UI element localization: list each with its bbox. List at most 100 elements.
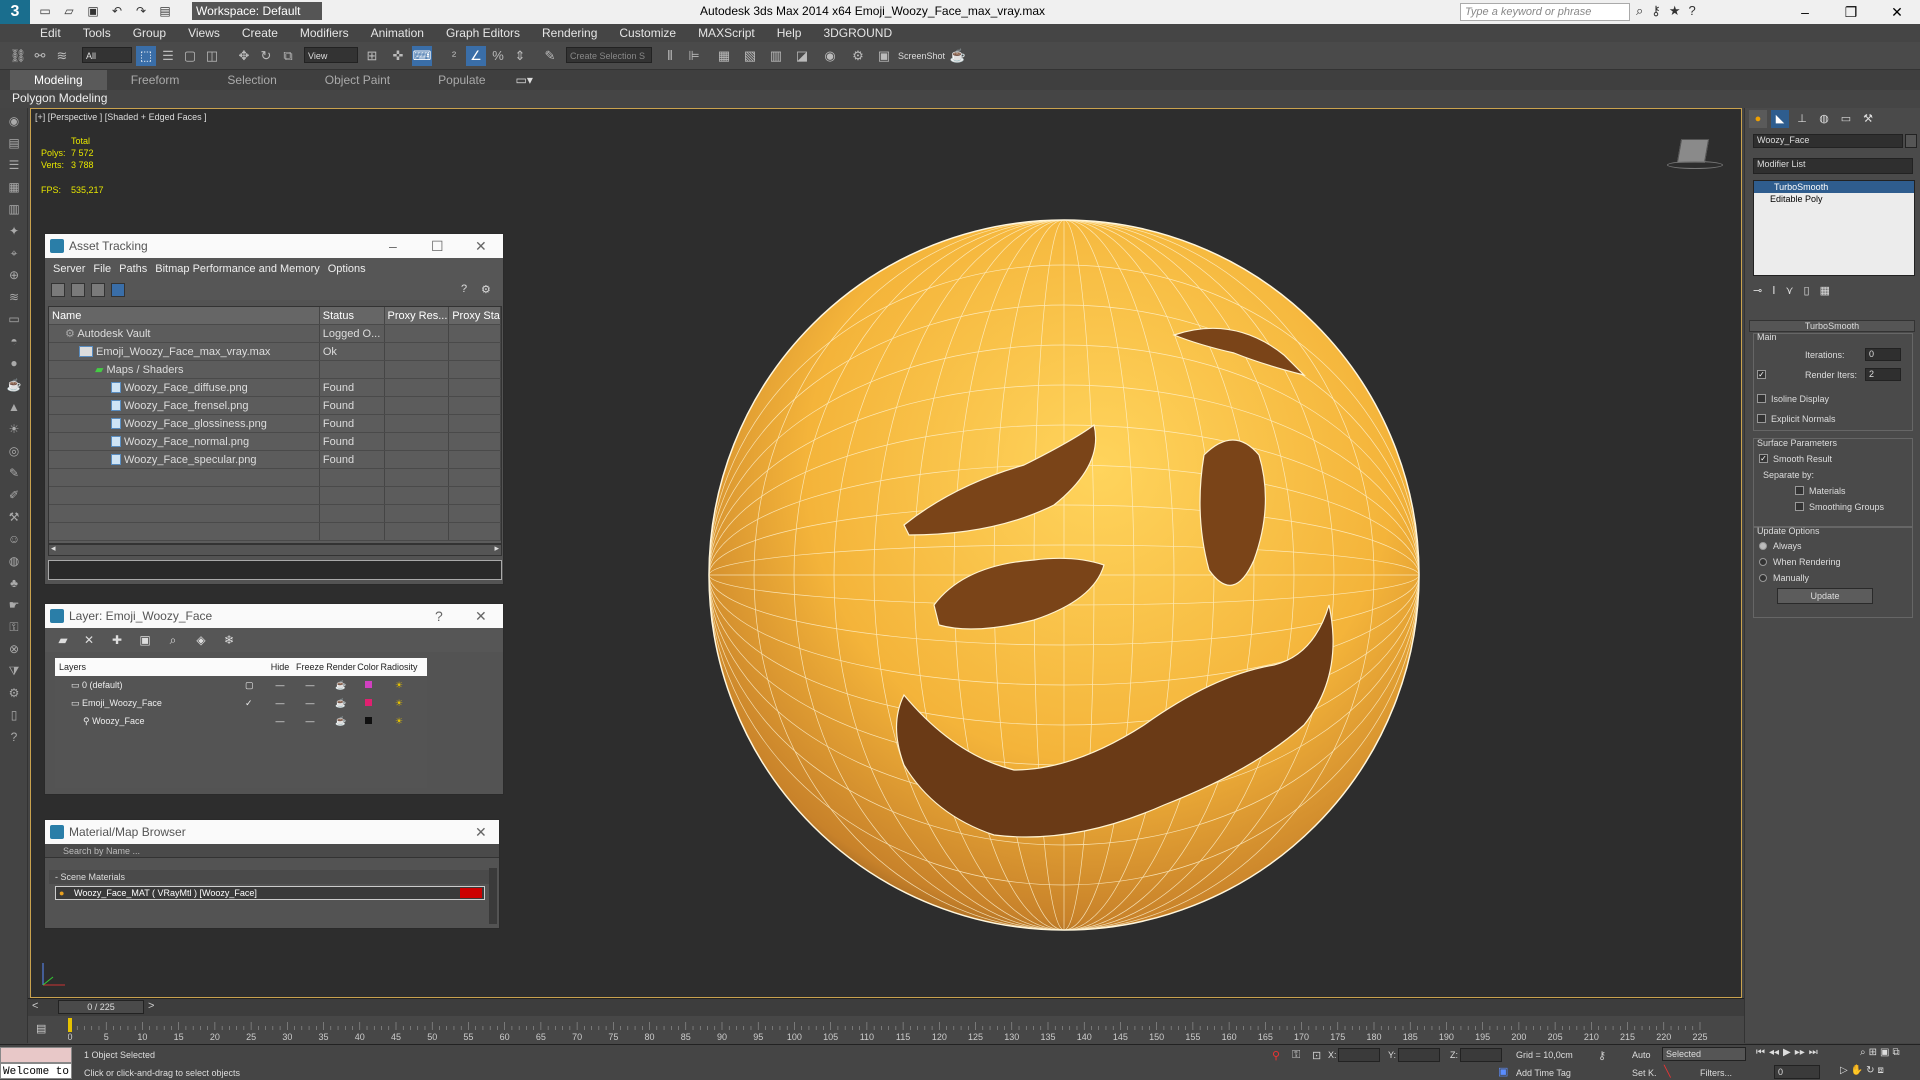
tab-freeform[interactable]: Freeform (107, 70, 204, 90)
layer-titlebar[interactable]: Layer: Emoji_Woozy_Face ? ✕ (45, 604, 503, 628)
world-icon[interactable]: ⊗ (5, 640, 23, 658)
window-crossing-icon[interactable]: ◫ (202, 46, 222, 66)
asset-menu-server[interactable]: Server (49, 258, 89, 280)
key-filter-dropdown[interactable]: Selected (1662, 1047, 1746, 1061)
col-proxy-status[interactable]: Proxy Sta (449, 307, 501, 324)
percent-snap-icon[interactable]: % (488, 46, 508, 66)
close-icon[interactable]: ✕ (475, 234, 487, 258)
orbit-icon[interactable]: ↻ (1866, 1065, 1874, 1076)
render-teapot-icon[interactable]: ☕ (325, 712, 357, 730)
material-search-input[interactable]: Search by Name ... (45, 844, 499, 858)
redo-icon[interactable]: ↷ (132, 2, 150, 20)
table-view-icon[interactable] (91, 283, 105, 297)
active-layer-check[interactable]: ✓ (245, 694, 253, 712)
panel-icon[interactable]: ▥ (5, 200, 23, 218)
hide-toggle[interactable]: — (265, 694, 295, 712)
torus-icon[interactable]: ◎ (5, 442, 23, 460)
scene-materials-section[interactable]: - Scene Materials (49, 870, 491, 884)
new-file-icon[interactable]: ▭ (36, 2, 54, 20)
viewcube-ring[interactable] (1667, 161, 1723, 169)
tab-object-paint[interactable]: Object Paint (301, 70, 414, 90)
menu-tools[interactable]: Tools (73, 24, 121, 42)
move-icon[interactable]: ✥ (234, 46, 254, 66)
modify-tab-icon[interactable]: ◣ (1771, 110, 1789, 128)
menu-maxscript[interactable]: MAXScript (688, 24, 765, 42)
smoothing-groups-checkbox[interactable] (1795, 502, 1804, 511)
menu-3dground[interactable]: 3DGROUND (813, 24, 902, 42)
scene-explorer-icon[interactable]: ▦ (714, 46, 734, 66)
spinner-snap-icon[interactable]: ⇕ (510, 46, 530, 66)
menu-group[interactable]: Group (123, 24, 176, 42)
col-freeze[interactable]: Freeze (295, 658, 325, 676)
menu-help[interactable]: Help (767, 24, 812, 42)
tab-populate[interactable]: Populate (414, 70, 509, 90)
col-status[interactable]: Status (320, 307, 385, 324)
refresh-icon[interactable] (51, 283, 65, 297)
menu-graph-editors[interactable]: Graph Editors (436, 24, 530, 42)
filters-button[interactable]: Filters... (1700, 1068, 1732, 1078)
named-selection-dropdown[interactable]: Create Selection S (566, 47, 652, 63)
material-item[interactable]: ● Woozy_Face_MAT ( VRayMtl ) [Woozy_Face… (55, 886, 485, 900)
menu-animation[interactable]: Animation (361, 24, 434, 42)
table-row[interactable]: Woozy_Face_specular.png Found (49, 451, 501, 469)
key-icon[interactable]: ⚷ (1651, 3, 1661, 19)
menu-views[interactable]: Views (178, 24, 230, 42)
curve-editor-icon[interactable]: ◪ (792, 46, 812, 66)
snaps-toggle-icon[interactable]: ² (444, 46, 464, 66)
track-bar[interactable]: ▤ 0 5 10 15 20 25 30 35 40 45 50 55 60 65 70 75 80 85 90 95… (28, 1016, 1744, 1044)
hide-toggle[interactable]: — (265, 712, 295, 730)
table-row[interactable]: Woozy_Face_normal.png Found (49, 433, 501, 451)
minimize-icon[interactable]: – (389, 234, 397, 258)
help-icon[interactable]: ? (1688, 3, 1695, 19)
app-logo-icon[interactable]: 3 (0, 0, 30, 24)
zoom-all-icon[interactable]: ⊞ (1869, 1047, 1877, 1058)
object-color-swatch[interactable] (1905, 134, 1917, 148)
render-teapot-icon[interactable]: ☕ (325, 694, 357, 712)
list-view-icon[interactable] (71, 283, 85, 297)
freeze-toggle[interactable]: — (295, 676, 325, 694)
when-rendering-radio[interactable] (1759, 558, 1767, 566)
menu-modifiers[interactable]: Modifiers (290, 24, 359, 42)
angle-snap-icon[interactable]: ∠ (466, 46, 486, 66)
hide-all-icon[interactable]: ◈ (193, 632, 209, 648)
viewport-label[interactable]: [+] [Perspective ] [Shaded + Edged Faces… (35, 112, 207, 122)
unlink-icon[interactable]: ⚯ (30, 46, 50, 66)
turbosmooth-rollout-title[interactable]: TurboSmooth (1749, 320, 1915, 332)
helper-icon[interactable]: ⊕ (5, 266, 23, 284)
radiosity-icon[interactable]: ☀ (379, 712, 419, 730)
sphere-icon[interactable]: ● (5, 354, 23, 372)
material-browser-titlebar[interactable]: Material/Map Browser ✕ (45, 820, 499, 844)
menu-edit[interactable]: Edit (30, 24, 71, 42)
asset-horizontal-scrollbar[interactable]: ◂ ▸ (48, 543, 502, 556)
asset-tracking-window[interactable]: Asset Tracking – ☐ ✕ Server File Paths B… (44, 233, 504, 585)
highlight-layer-icon[interactable]: ⌕ (165, 632, 181, 648)
zoom-extents-icon[interactable]: ▣ (1880, 1047, 1889, 1058)
keyword-search-input[interactable]: Type a keyword or phrase (1460, 3, 1630, 21)
paint-icon[interactable]: ✐ (5, 486, 23, 504)
globe-icon[interactable]: ◍ (5, 552, 23, 570)
layer-row[interactable]: ▭ Emoji_Woozy_Face ✓ — — ☕ ☀ (55, 694, 427, 712)
help-icon[interactable]: ? (435, 604, 443, 628)
set-key-button[interactable]: Set K. (1632, 1068, 1657, 1078)
create-tab-icon[interactable]: ● (1749, 110, 1767, 128)
maximize-icon[interactable]: ❐ (1828, 0, 1874, 24)
layer-color-swatch[interactable] (364, 681, 372, 688)
people-icon[interactable]: ☺ (5, 530, 23, 548)
workspace-dropdown[interactable]: Workspace: Default (192, 2, 322, 20)
prev-frame-icon[interactable]: < (32, 1000, 38, 1012)
isolate-icon[interactable]: ⚲ (1272, 1049, 1280, 1062)
edit-named-selection-icon[interactable]: ✎ (540, 46, 560, 66)
iterations-spinner[interactable]: 0 (1865, 348, 1901, 361)
maximize-icon[interactable]: ☐ (431, 234, 444, 258)
box-icon[interactable]: ▭ (5, 310, 23, 328)
mirror-icon[interactable]: ⫴ (660, 46, 680, 66)
isoline-display-checkbox[interactable] (1757, 394, 1766, 403)
select-layer-icon[interactable]: ▣ (137, 632, 153, 648)
display-tab-icon[interactable]: ▭ (1837, 110, 1855, 128)
filter-icon[interactable]: ⧩ (5, 662, 23, 680)
z-coordinate-field[interactable] (1460, 1048, 1502, 1062)
help-icon[interactable]: ? (461, 283, 475, 297)
radiosity-icon[interactable]: ☀ (379, 676, 419, 694)
settings-icon[interactable]: ⚙ (481, 283, 495, 297)
selection-filter-dropdown[interactable]: All (82, 47, 132, 63)
